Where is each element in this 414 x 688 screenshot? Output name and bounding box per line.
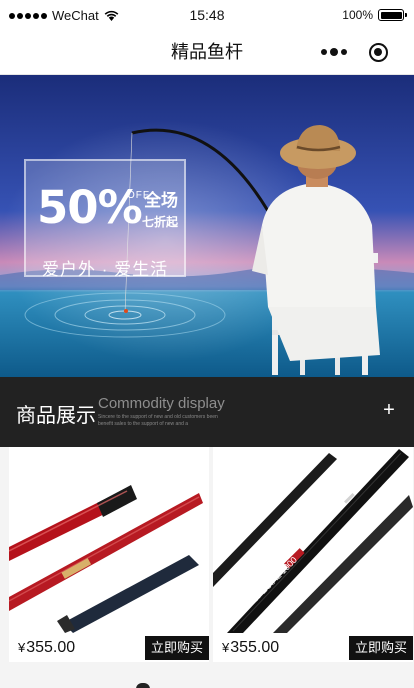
battery-icon bbox=[378, 9, 407, 21]
currency-symbol: ¥ bbox=[18, 640, 26, 655]
promo-sale-line1: 全场 bbox=[144, 191, 178, 210]
status-right: 100% bbox=[342, 8, 407, 22]
product-price: ¥355.00 bbox=[222, 639, 279, 657]
more-menu-button[interactable] bbox=[312, 36, 356, 68]
product-footer: ¥355.00 立即购买 bbox=[9, 633, 209, 662]
section-header: 商品展示 Commodity display Sincere to the su… bbox=[0, 377, 414, 447]
product-grid: ¥355.00 立即购买 SPECIAL 1000 ¥355.00 立即购买 bbox=[0, 447, 414, 688]
more-dot-icon bbox=[341, 49, 347, 55]
battery-fill bbox=[380, 11, 402, 19]
next-item-peek bbox=[136, 683, 150, 688]
section-subtitle: Commodity display bbox=[98, 395, 225, 412]
battery-percent: 100% bbox=[342, 8, 373, 22]
nav-bar: 精品鱼杆 bbox=[0, 30, 414, 75]
more-dot-icon bbox=[330, 48, 338, 56]
product-image bbox=[9, 447, 209, 633]
buy-now-button[interactable]: 立即购买 bbox=[349, 636, 413, 660]
product-price: ¥355.00 bbox=[18, 639, 75, 657]
price-value: 355.00 bbox=[230, 639, 280, 656]
buy-now-button[interactable]: 立即购买 bbox=[145, 636, 209, 660]
promo-slogan: 爱户外 · 爱生活 bbox=[42, 260, 169, 279]
mini-program-capsule bbox=[312, 36, 400, 68]
promo-sale: 全场 七折起 bbox=[130, 186, 178, 230]
product-card[interactable]: ¥355.00 立即购买 bbox=[9, 447, 209, 662]
product-card[interactable]: SPECIAL 1000 ¥355.00 立即购买 bbox=[213, 447, 413, 662]
plus-icon[interactable]: + bbox=[378, 399, 400, 421]
promo-percent: 50% bbox=[37, 181, 143, 234]
price-value: 355.00 bbox=[26, 639, 76, 656]
target-close-icon bbox=[368, 42, 388, 62]
section-title: 商品展示 bbox=[16, 405, 96, 427]
promo-sale-line2: 七折起 bbox=[141, 215, 178, 229]
more-dot-icon bbox=[321, 49, 327, 55]
currency-symbol: ¥ bbox=[222, 640, 230, 655]
product-footer: ¥355.00 立即购买 bbox=[213, 633, 413, 662]
close-mini-program-button[interactable] bbox=[356, 36, 400, 68]
status-bar: WeChat 15:48 100% bbox=[0, 0, 414, 30]
product-image: SPECIAL 1000 bbox=[213, 447, 413, 633]
promo-banner[interactable]: 50% OFF 全场 七折起 爱户外 · 爱生活 bbox=[0, 75, 414, 377]
promo-card: 50% OFF 全场 七折起 爱户外 · 爱生活 bbox=[24, 159, 186, 279]
section-fine-print: Sincere to the support of new and old cu… bbox=[98, 414, 218, 427]
